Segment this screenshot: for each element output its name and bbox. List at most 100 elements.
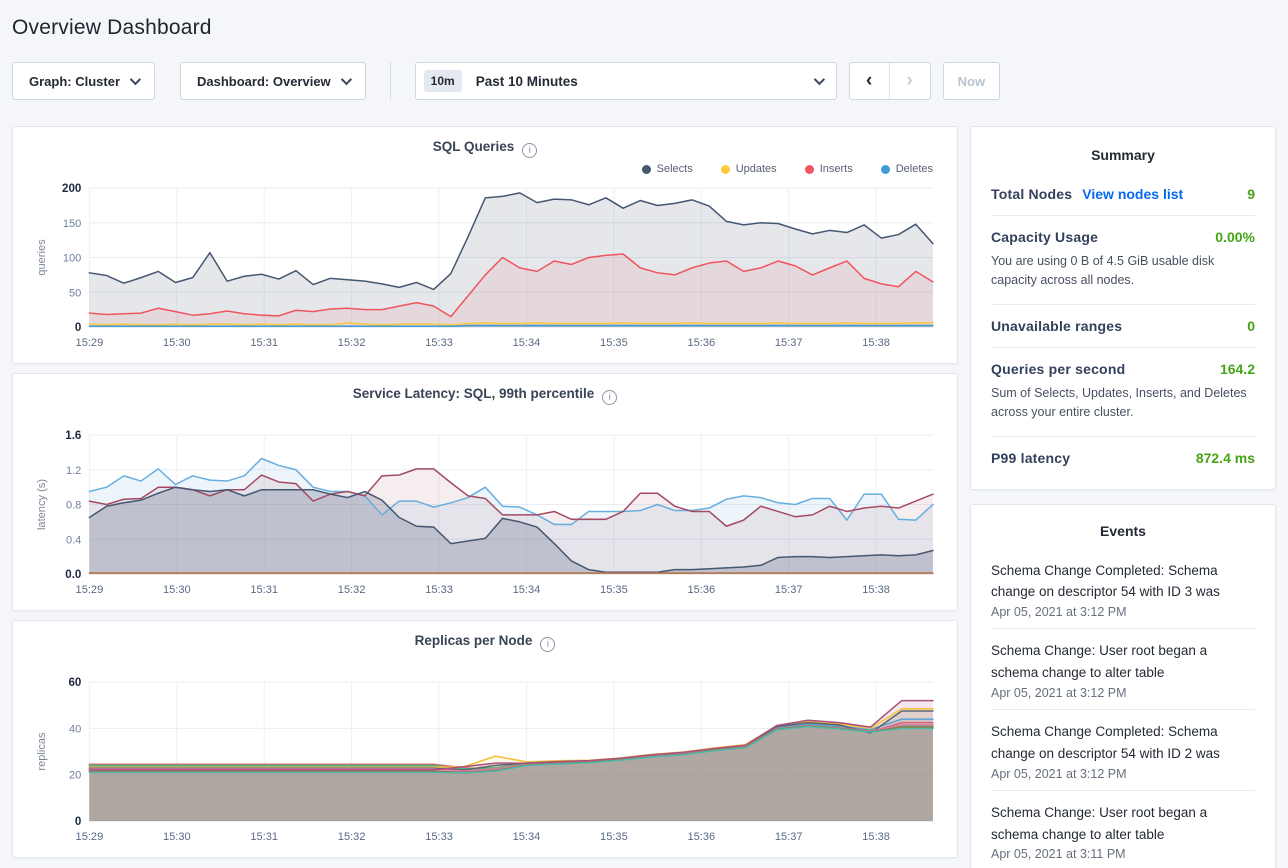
svg-text:15:30: 15:30 — [163, 831, 191, 843]
chart-title: Replicas per Node — [415, 633, 533, 648]
dashboard-controls: Graph: Cluster Dashboard: Overview 10m P… — [12, 62, 1276, 100]
chart-legend-empty — [31, 407, 939, 425]
svg-text:0.4: 0.4 — [66, 534, 81, 546]
legend-item[interactable]: Deletes — [881, 163, 933, 175]
dashboard-select-dropdown[interactable]: Dashboard: Overview — [180, 62, 366, 100]
svg-text:15:30: 15:30 — [163, 337, 191, 349]
svg-text:15:35: 15:35 — [600, 831, 628, 843]
events-panel: Events Schema Change Completed: Schema c… — [970, 504, 1276, 868]
svg-text:20: 20 — [69, 770, 81, 782]
legend-label: Deletes — [896, 163, 933, 175]
time-range-badge: 10m — [424, 70, 462, 92]
svg-text:150: 150 — [63, 218, 81, 230]
chart-legend: Selects Updates Inserts Deletes — [31, 160, 939, 178]
replicas-per-node-card: Replicas per Nodei 15:2915:3015:3115:321… — [12, 620, 958, 858]
summary-row-unavailable-ranges: Unavailable ranges 0 — [991, 305, 1255, 348]
time-range-dropdown[interactable]: 10m Past 10 Minutes — [415, 62, 837, 100]
legend-dot-icon — [881, 165, 890, 174]
svg-text:15:38: 15:38 — [862, 337, 890, 349]
chart-title-row: Replicas per Node i — [31, 633, 939, 652]
svg-text:15:37: 15:37 — [775, 831, 803, 843]
svg-text:15:33: 15:33 — [425, 337, 453, 349]
svg-text:1.2: 1.2 — [66, 465, 81, 477]
svg-text:15:34: 15:34 — [513, 831, 541, 843]
replicas-per-node-chart[interactable]: 15:2915:3015:3115:3215:3315:3415:3515:36… — [31, 674, 939, 847]
svg-text:15:36: 15:36 — [687, 584, 715, 596]
time-forward-button[interactable]: › — [890, 63, 930, 99]
chevron-down-icon — [813, 74, 824, 85]
summary-row-total-nodes: Total Nodes View nodes list 9 — [991, 173, 1255, 216]
event-item[interactable]: Schema Change Completed: Schema change o… — [991, 710, 1255, 791]
chart-title: SQL Queries — [433, 139, 515, 154]
legend-dot-icon — [721, 165, 730, 174]
svg-text:15:37: 15:37 — [775, 584, 803, 596]
summary-row-p99-latency: P99 latency 872.4 ms — [991, 437, 1255, 479]
info-icon[interactable]: i — [522, 143, 537, 158]
chart-title-row: SQL Queries i — [31, 139, 939, 158]
svg-text:0.0: 0.0 — [65, 569, 81, 581]
summary-label: Queries per second — [991, 361, 1125, 377]
svg-text:15:38: 15:38 — [862, 584, 890, 596]
legend-item[interactable]: Inserts — [805, 163, 853, 175]
svg-text:15:30: 15:30 — [163, 584, 191, 596]
charts-column: SQL Queries i Selects Updates Inserts Delete… — [12, 126, 958, 868]
info-icon[interactable]: i — [540, 637, 555, 652]
time-back-button[interactable]: ‹ — [850, 63, 890, 99]
svg-text:queries: queries — [36, 239, 48, 276]
svg-text:15:34: 15:34 — [513, 337, 541, 349]
sql-queries-card: SQL Queries i Selects Updates Inserts Delete… — [12, 126, 958, 364]
info-icon[interactable]: i — [602, 390, 617, 405]
chart-legend-empty — [31, 654, 939, 672]
events-title: Events — [991, 519, 1255, 549]
summary-panel: Summary Total Nodes View nodes list 9 Ca… — [970, 126, 1276, 490]
graph-scope-label: Graph: Cluster — [29, 74, 120, 89]
legend-label: Inserts — [820, 163, 853, 175]
summary-row-capacity: Capacity Usage 0.00% You are using 0 B o… — [991, 216, 1255, 305]
svg-text:15:32: 15:32 — [338, 831, 366, 843]
summary-label: P99 latency — [991, 450, 1070, 466]
svg-text:15:33: 15:33 — [425, 584, 453, 596]
summary-title: Summary — [991, 143, 1255, 173]
svg-text:100: 100 — [63, 253, 81, 265]
svg-text:15:31: 15:31 — [250, 831, 278, 843]
chevron-down-icon — [340, 74, 351, 85]
event-text: Schema Change Completed: Schema change o… — [991, 721, 1255, 765]
svg-text:15:36: 15:36 — [687, 831, 715, 843]
svg-text:latency (s): latency (s) — [36, 479, 48, 530]
service-latency-chart[interactable]: 15:2915:3015:3115:3215:3315:3415:3515:36… — [31, 427, 939, 600]
page-title: Overview Dashboard — [12, 16, 1276, 40]
event-text: Schema Change: User root began a schema … — [991, 640, 1255, 684]
event-item[interactable]: Schema Change: User root began a schema … — [991, 791, 1255, 868]
svg-text:0.8: 0.8 — [66, 500, 81, 512]
summary-value: 9 — [1247, 186, 1255, 202]
sql-queries-chart[interactable]: 15:2915:3015:3115:3215:3315:3415:3515:36… — [31, 180, 939, 353]
chart-title-row: Service Latency: SQL, 99th percentile i — [31, 386, 939, 405]
event-timestamp: Apr 05, 2021 at 3:11 PM — [991, 847, 1255, 861]
event-item[interactable]: Schema Change: User root began a schema … — [991, 629, 1255, 710]
dashboard-select-label: Dashboard: Overview — [197, 74, 331, 89]
chevron-right-icon: › — [907, 70, 913, 92]
chevron-down-icon — [130, 74, 141, 85]
legend-item[interactable]: Updates — [721, 163, 777, 175]
svg-text:1.6: 1.6 — [65, 430, 82, 442]
event-timestamp: Apr 05, 2021 at 3:12 PM — [991, 686, 1255, 700]
legend-dot-icon — [642, 165, 651, 174]
summary-value: 872.4 ms — [1196, 450, 1255, 466]
summary-description: Sum of Selects, Updates, Inserts, and De… — [991, 384, 1255, 423]
event-item[interactable]: Schema Change Completed: Schema change o… — [991, 549, 1255, 630]
svg-text:15:31: 15:31 — [250, 337, 278, 349]
svg-text:50: 50 — [69, 287, 81, 299]
svg-text:15:37: 15:37 — [775, 337, 803, 349]
svg-text:15:36: 15:36 — [687, 337, 715, 349]
legend-label: Updates — [736, 163, 777, 175]
now-button[interactable]: Now — [943, 62, 1000, 100]
event-timestamp: Apr 05, 2021 at 3:12 PM — [991, 605, 1255, 619]
legend-label: Selects — [657, 163, 693, 175]
svg-text:40: 40 — [69, 723, 81, 735]
svg-text:15:29: 15:29 — [76, 337, 104, 349]
svg-text:15:33: 15:33 — [425, 831, 453, 843]
legend-item[interactable]: Selects — [642, 163, 693, 175]
graph-scope-dropdown[interactable]: Graph: Cluster — [12, 62, 155, 100]
view-nodes-list-link[interactable]: View nodes list — [1082, 186, 1183, 202]
chart-title: Service Latency: SQL, 99th percentile — [353, 386, 595, 401]
